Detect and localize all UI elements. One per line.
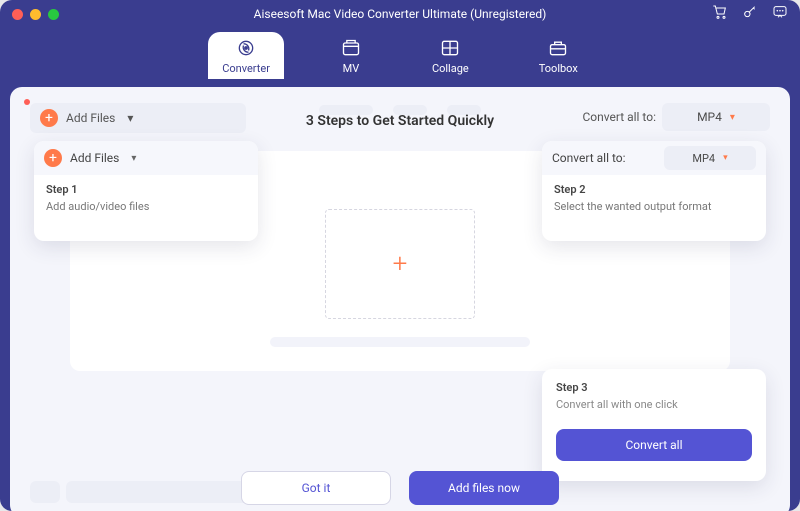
chevron-down-icon: ▾ [723,153,728,163]
got-it-button[interactable]: Got it [241,471,391,505]
step3-title: Step 3 [556,381,752,394]
app-window: Aiseesoft Mac Video Converter Ultimate (… [0,0,800,511]
step1-header[interactable]: + Add Files ▾ [34,141,258,175]
add-files-now-button[interactable]: Add files now [409,471,559,505]
key-icon[interactable] [742,4,758,24]
tab-collage[interactable]: Collage [418,32,483,79]
fullscreen-window-button[interactable] [48,9,59,20]
tab-label: MV [343,62,360,75]
step2-card: Convert all to: MP4 ▾ Step 2 Select the … [542,141,766,241]
step2-desc: Select the wanted output format [554,200,754,213]
step1-card: + Add Files ▾ Step 1 Add audio/video fil… [34,141,258,241]
tab-label: Converter [222,62,270,75]
step3-desc: Convert all with one click [556,398,752,411]
close-overlay-button[interactable] [24,99,30,105]
step3-card: Step 3 Convert all with one click Conver… [542,369,766,481]
convert-all-to-label: Convert all to: [552,151,626,165]
tab-label: Collage [432,62,469,75]
step1-desc: Add audio/video files [46,200,246,213]
output-format-select[interactable]: MP4 ▾ [664,146,756,170]
close-window-button[interactable] [12,9,23,20]
step2-title: Step 2 [554,183,754,196]
tab-toolbox[interactable]: Toolbox [525,32,592,79]
tab-converter[interactable]: Converter [208,32,284,79]
main-tabs: Converter MV Collage Toolbox [0,28,800,87]
chevron-down-icon: ▾ [131,153,136,164]
window-title: Aiseesoft Mac Video Converter Ultimate (… [0,7,800,21]
content-area: + Add Files ▾ Convert all to: MP4 ▾ + [10,87,790,511]
tab-label: Toolbox [539,62,578,75]
cart-icon[interactable] [712,4,728,24]
feedback-icon[interactable] [772,4,788,24]
title-bar: Aiseesoft Mac Video Converter Ultimate (… [0,0,800,28]
onboarding-footer: Got it Add files now [241,471,559,505]
window-controls [12,9,59,20]
onboarding-heading: 3 Steps to Get Started Quickly [10,113,790,129]
plus-icon: + [44,149,62,167]
output-format-value: MP4 [692,152,715,165]
step1-title: Step 1 [46,183,246,196]
convert-all-button[interactable]: Convert all [556,429,752,461]
add-files-label: Add Files [70,151,119,165]
onboarding-overlay: 3 Steps to Get Started Quickly + Add Fil… [10,87,790,511]
minimize-window-button[interactable] [30,9,41,20]
tab-mv[interactable]: MV [326,32,376,79]
